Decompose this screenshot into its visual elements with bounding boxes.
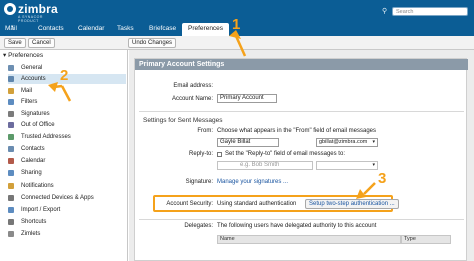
sidebar-item-label: Trusted Addresses	[21, 134, 71, 140]
sent-settings-heading: Settings for Sent Messages	[143, 117, 223, 124]
column-header-name[interactable]: Name	[217, 235, 401, 244]
general-icon	[8, 65, 14, 71]
search-icon[interactable]: ⚲	[382, 7, 387, 15]
sidebar-item-shortcuts[interactable]: Shortcuts	[8, 217, 126, 227]
contacts-icon	[8, 146, 14, 152]
sidebar-item-signatures[interactable]: Signatures	[8, 109, 126, 119]
mail-icon	[8, 88, 14, 94]
sidebar-item-label: Sharing	[21, 170, 42, 176]
chevron-down-icon: ▾	[372, 139, 375, 145]
filters-icon	[8, 99, 14, 105]
divider	[139, 219, 464, 220]
main-pane: Primary Account Settings Email address: …	[129, 50, 474, 261]
from-email-select[interactable]: gbillat@zimbra.com ▾	[316, 138, 378, 147]
sidebar-item-label: Contacts	[21, 146, 45, 152]
zimlets-icon	[8, 231, 14, 237]
from-label: From:	[197, 128, 213, 134]
sidebar-item-label: Shortcuts	[21, 219, 47, 225]
logo-text: zimbra	[18, 2, 58, 16]
notifications-icon	[8, 183, 14, 189]
setup-two-step-button[interactable]: Setup two-step authentication ...	[305, 199, 399, 209]
sidebar-item-mail[interactable]: Mail	[8, 86, 126, 96]
sidebar-item-label: Zimlets	[21, 231, 41, 237]
signature-label: Signature:	[185, 179, 213, 185]
account-name-field[interactable]: Primary Account	[217, 94, 277, 103]
toolbar: Save Cancel Undo Changes	[0, 36, 474, 50]
tab-contacts[interactable]: Contacts	[36, 23, 66, 36]
chevron-down-icon: ▾	[372, 162, 375, 168]
signatures-icon	[8, 111, 14, 117]
sidebar-item-label: Mail	[21, 88, 33, 94]
from-name-field[interactable]: Gayle Billat	[217, 138, 279, 147]
sidebar-item-connected-devices-apps[interactable]: Connected Devices & Apps	[8, 193, 126, 203]
account-settings-panel: Primary Account Settings Email address: …	[134, 58, 468, 261]
sidebar-item-label: Notifications	[21, 183, 54, 189]
reply-to-name-field[interactable]: e.g. Bob Smith	[217, 161, 313, 170]
column-header-type[interactable]: Type	[401, 235, 451, 244]
logo-subtitle: A SYNACOR PRODUCT	[18, 15, 43, 23]
sidebar-item-notifications[interactable]: Notifications	[8, 181, 126, 191]
tab-preferences[interactable]: Preferences	[182, 23, 230, 36]
calendar-icon	[8, 158, 14, 164]
from-description: Choose what appears in the "From" field …	[217, 128, 377, 134]
sidebar-item-label: Out of Office	[21, 122, 55, 128]
sidebar-item-zimlets[interactable]: Zimlets	[8, 229, 126, 239]
tab-mail[interactable]: Mail	[3, 23, 19, 36]
sidebar-item-label: Filters	[21, 99, 38, 105]
sidebar-heading[interactable]: ▾ Preferences	[0, 51, 128, 60]
tab-tasks[interactable]: Tasks	[115, 23, 136, 36]
delegates-label: Delegates:	[184, 223, 213, 229]
sidebar-item-label: General	[21, 65, 43, 71]
sidebar-item-out-of-office[interactable]: Out of Office	[8, 120, 126, 130]
reply-to-placeholder: e.g. Bob Smith	[240, 162, 280, 168]
sidebar-item-label: Signatures	[21, 111, 50, 117]
section-title: Primary Account Settings	[135, 59, 468, 70]
sharing-icon	[8, 170, 14, 176]
sidebar-item-label: Calendar	[21, 158, 46, 164]
email-label: Email address:	[173, 83, 213, 89]
delegates-description: The following users have delegated autho…	[217, 223, 377, 229]
sidebar-item-import-export[interactable]: Import / Export	[8, 205, 126, 215]
account-name-label: Account Name:	[171, 96, 213, 102]
trusted-addresses-icon	[8, 134, 14, 140]
sidebar-item-sharing[interactable]: Sharing	[8, 168, 126, 178]
out-of-office-icon	[8, 122, 14, 128]
from-email-value: gbillat@zimbra.com	[319, 139, 368, 145]
annotation-number-2: 2	[60, 67, 69, 84]
sidebar-item-label: Connected Devices & Apps	[21, 195, 94, 201]
search-placeholder: Search	[396, 9, 414, 15]
search-input[interactable]: Search	[392, 7, 468, 16]
reply-to-checkbox[interactable]	[217, 152, 222, 157]
shortcuts-icon	[8, 219, 14, 225]
sidebar-heading-label: Preferences	[8, 52, 44, 59]
undo-changes-button[interactable]: Undo Changes	[128, 38, 177, 48]
sidebar-item-calendar[interactable]: Calendar	[8, 156, 126, 166]
cancel-button[interactable]: Cancel	[28, 38, 55, 48]
zimbra-logo-icon	[4, 3, 16, 15]
tab-briefcase[interactable]: Briefcase	[147, 23, 178, 36]
reply-to-description: Set the "Reply-to" field of email messag…	[225, 151, 345, 157]
sidebar-item-trusted-addresses[interactable]: Trusted Addresses	[8, 132, 126, 142]
import-export-icon	[8, 207, 14, 213]
sidebar-item-label: Import / Export	[21, 207, 61, 213]
devices-icon	[8, 195, 14, 201]
save-button[interactable]: Save	[4, 38, 26, 48]
reply-to-label: Reply-to:	[188, 151, 213, 157]
annotation-number-1: 1	[232, 16, 241, 33]
divider	[139, 111, 464, 112]
manage-signatures-link[interactable]: Manage your signatures ...	[217, 179, 288, 185]
annotation-number-3: 3	[378, 170, 387, 187]
zimbra-logo[interactable]: zimbra A SYNACOR PRODUCT	[4, 2, 60, 23]
tab-calendar[interactable]: Calendar	[76, 23, 106, 36]
reply-to-email-select[interactable]: ▾	[316, 161, 378, 170]
account-security-label: Account Security:	[166, 201, 213, 207]
sidebar-item-label: Accounts	[21, 76, 46, 82]
accounts-icon	[8, 76, 14, 82]
sidebar-item-filters[interactable]: Filters	[8, 97, 126, 107]
account-security-value: Using standard authentication	[217, 201, 297, 207]
sidebar-item-contacts[interactable]: Contacts	[8, 144, 126, 154]
